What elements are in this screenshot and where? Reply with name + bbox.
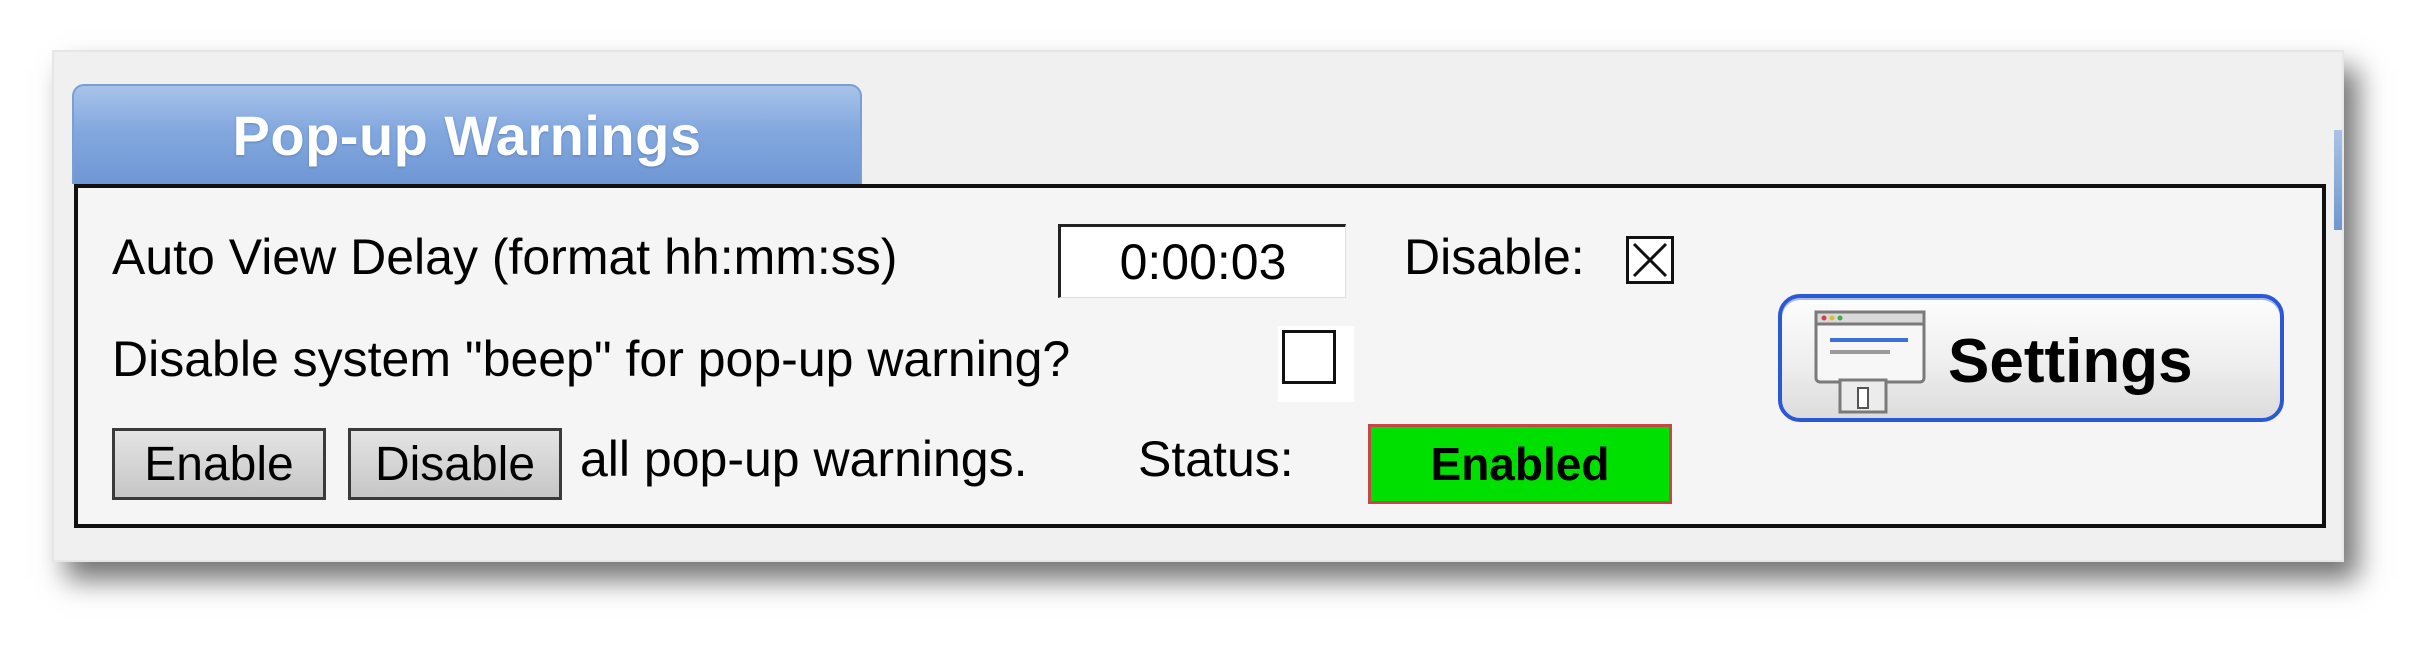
popup-warnings-window: Pop-up Warnings Auto View Delay (format … [52, 50, 2344, 562]
auto-view-delay-label: Auto View Delay (format hh:mm:ss) [112, 229, 898, 285]
enable-button[interactable]: Enable [112, 428, 326, 500]
status-label: Status: [1138, 431, 1294, 487]
checkbox-x-icon [1632, 242, 1668, 278]
auto-view-delay-input[interactable] [1058, 224, 1346, 298]
settings-label: Settings [1948, 327, 2193, 396]
disable-beep-checkbox-wrap [1278, 326, 1354, 402]
status-badge: Enabled [1368, 424, 1672, 504]
tab-title: Pop-up Warnings [232, 103, 702, 167]
adjacent-tab-edge [2334, 130, 2342, 230]
delay-disable-checkbox[interactable] [1626, 236, 1674, 284]
settings-button[interactable]: Settings [1778, 294, 2284, 422]
delay-disable-label: Disable: [1404, 229, 1585, 285]
all-popup-warnings-text: all pop-up warnings. [580, 431, 1028, 487]
settings-window-icon [1814, 310, 1926, 414]
disable-beep-checkbox[interactable] [1282, 330, 1336, 384]
disable-beep-label: Disable system "beep" for pop-up warning… [112, 331, 1071, 387]
disable-button[interactable]: Disable [348, 428, 562, 500]
tab-popup-warnings[interactable]: Pop-up Warnings [72, 84, 862, 184]
popup-warnings-panel: Auto View Delay (format hh:mm:ss) Disabl… [74, 184, 2326, 528]
